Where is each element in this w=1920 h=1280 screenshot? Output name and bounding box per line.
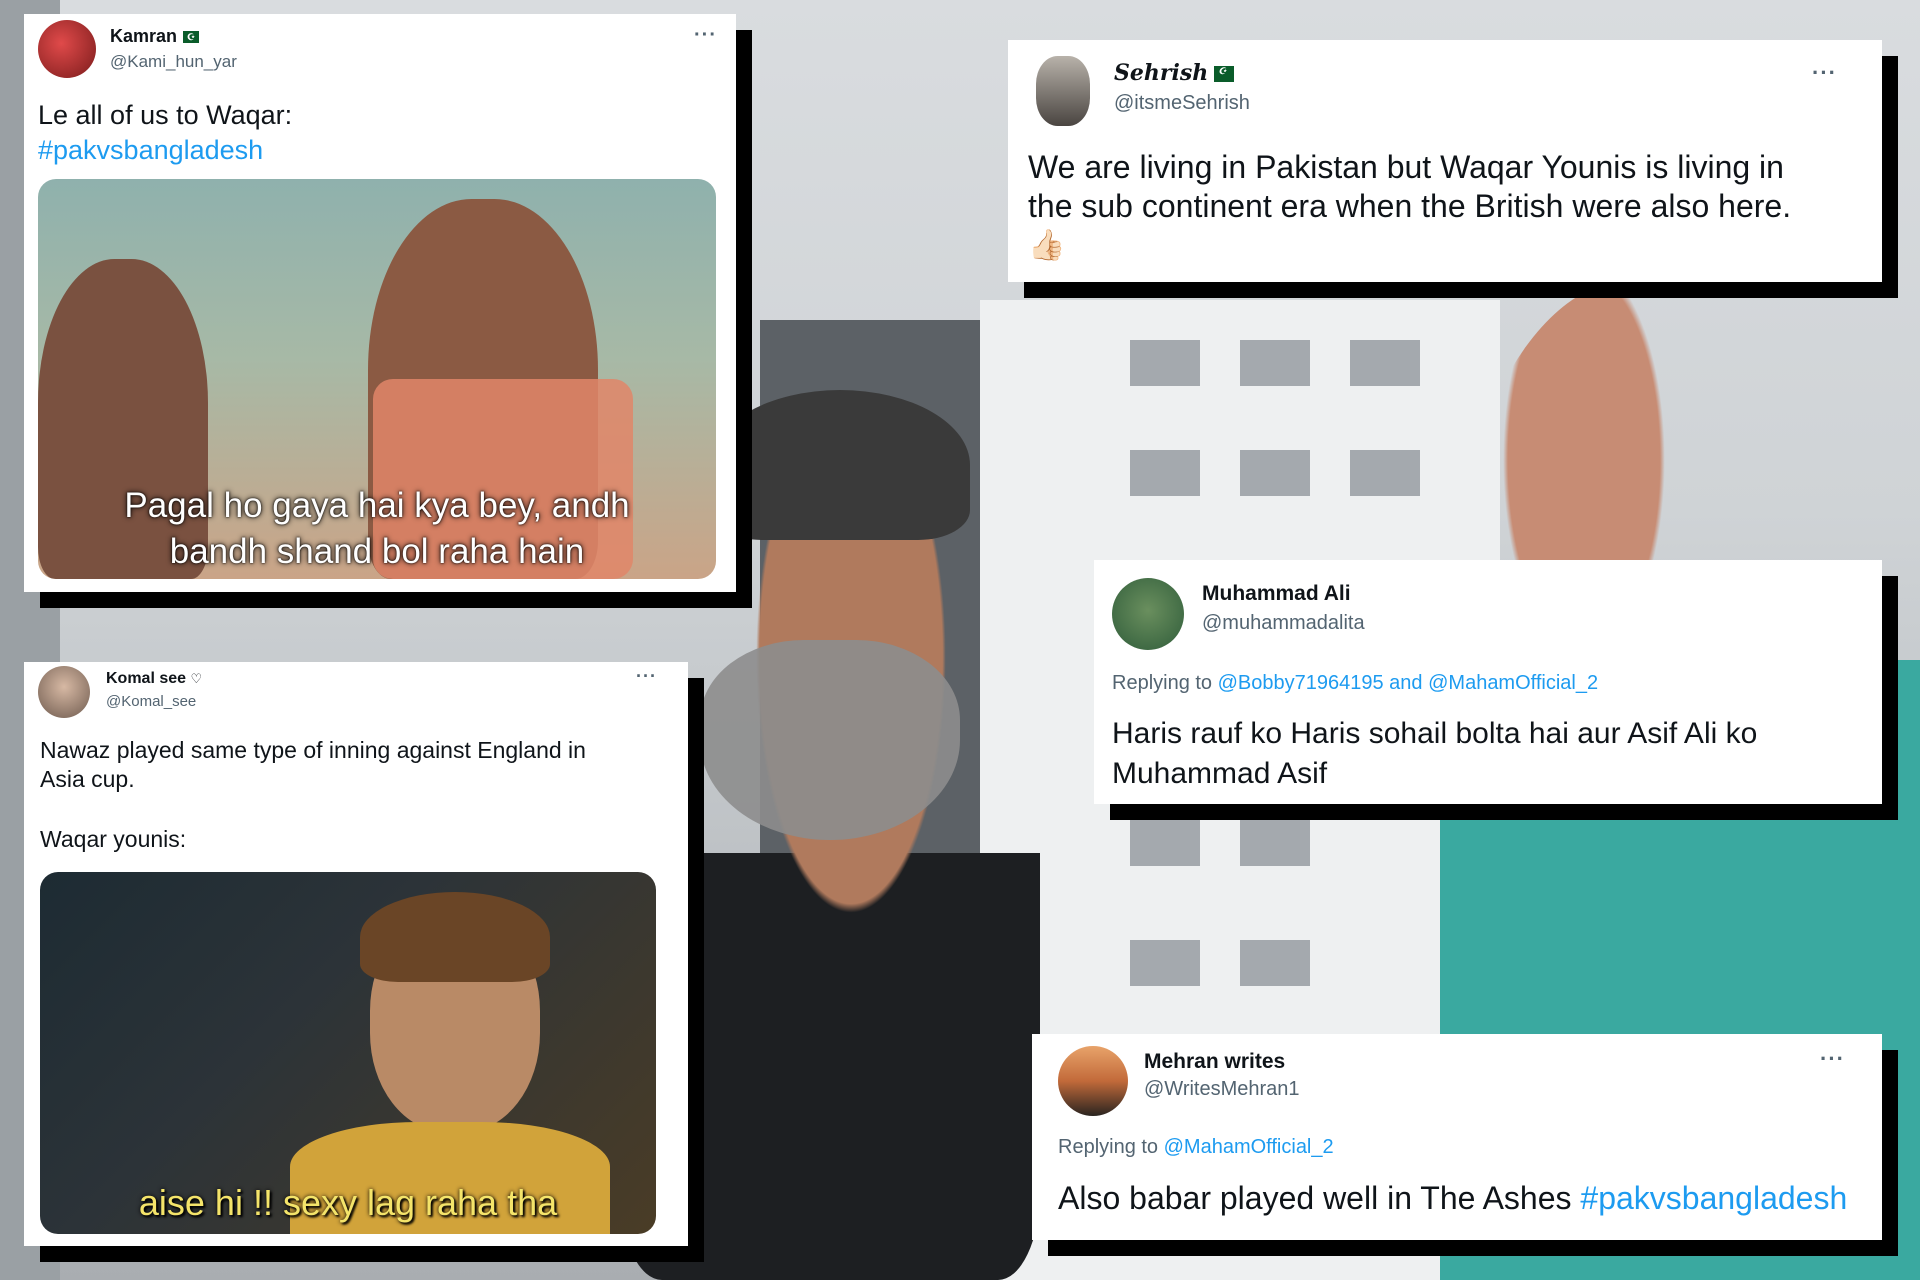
author-name[interactable]: Mehran writes bbox=[1144, 1050, 1285, 1074]
avatar[interactable] bbox=[38, 666, 90, 718]
tweet-text-line: Also babar played well in The Ashes bbox=[1058, 1180, 1572, 1216]
tweet-card-sehrish[interactable]: Sehrish @itsmeSehrish ··· We are living … bbox=[1008, 40, 1882, 282]
more-options-icon[interactable]: ··· bbox=[694, 24, 717, 47]
tweet-text-line: Nawaz played same type of inning against… bbox=[40, 737, 586, 763]
caption-line: bandh shand bol raha hain bbox=[169, 532, 585, 571]
tweet-text: Le all of us to Waqar: #pakvsbangladesh bbox=[38, 98, 718, 167]
more-options-icon[interactable]: ··· bbox=[1820, 1046, 1845, 1072]
pakistan-flag-icon bbox=[183, 31, 200, 44]
replying-to: Replying to @Bobby71964195 and @MahamOff… bbox=[1112, 672, 1598, 695]
tweet-media[interactable]: Pagal ho gaya hai kya bey, andh bandh sh… bbox=[38, 179, 716, 579]
author-name-text[interactable]: Sehrish bbox=[1114, 60, 1208, 86]
avatar[interactable] bbox=[38, 20, 96, 78]
media-caption: aise hi !! sexy lag raha tha bbox=[138, 1182, 558, 1223]
tweet-text: Nawaz played same type of inning against… bbox=[40, 736, 670, 854]
author-name-text[interactable]: Komal see bbox=[106, 670, 186, 687]
pakistan-flag-icon bbox=[1214, 66, 1235, 82]
tweet-text: Also babar played well in The Ashes #pak… bbox=[1058, 1178, 1878, 1219]
tweet-text: Haris rauf ko Haris sohail bolta hai aur… bbox=[1112, 714, 1872, 794]
tweet-media[interactable]: aise hi !! sexy lag raha tha bbox=[40, 872, 656, 1234]
replying-to-link[interactable]: @MahamOfficial_2 bbox=[1164, 1136, 1334, 1158]
media-caption: Pagal ho gaya hai kya bey, andh bandh sh… bbox=[38, 483, 716, 575]
author-name[interactable]: Sehrish bbox=[1114, 60, 1235, 86]
author-handle[interactable]: @Komal_see bbox=[106, 693, 196, 710]
tweet-text-line: Muhammad Asif bbox=[1112, 757, 1328, 790]
avatar[interactable] bbox=[1058, 1046, 1128, 1116]
tweet-card-kamran[interactable]: Kamran @Kami_hun_yar ··· Le all of us to… bbox=[24, 14, 736, 592]
replying-to-links[interactable]: @Bobby71964195 and @MahamOfficial_2 bbox=[1218, 672, 1598, 694]
author-name[interactable]: Muhammad Ali bbox=[1202, 582, 1351, 606]
avatar[interactable] bbox=[1036, 56, 1090, 126]
replying-to: Replying to @MahamOfficial_2 bbox=[1058, 1136, 1334, 1159]
author-name[interactable]: Komal see ♡ bbox=[106, 670, 202, 688]
media-hair bbox=[360, 892, 550, 982]
author-name[interactable]: Kamran bbox=[110, 26, 200, 47]
author-name-text[interactable]: Kamran bbox=[110, 26, 177, 46]
author-handle[interactable]: @itsmeSehrish bbox=[1114, 92, 1250, 115]
thumbs-up-icon: 👍🏻 bbox=[1028, 229, 1066, 262]
more-options-icon[interactable]: ··· bbox=[1812, 60, 1837, 86]
heart-icon: ♡ bbox=[190, 671, 203, 686]
tweet-text-line: We are living in Pakistan but Waqar Youn… bbox=[1028, 149, 1784, 185]
more-options-icon[interactable]: ··· bbox=[636, 666, 657, 687]
tweet-text-line: Asia cup. bbox=[40, 766, 135, 793]
replying-to-label: Replying to bbox=[1112, 672, 1213, 694]
hashtag-link[interactable]: #pakvsbangladesh bbox=[1580, 1180, 1847, 1216]
beard bbox=[700, 640, 960, 840]
avatar[interactable] bbox=[1112, 578, 1184, 650]
hashtag-link[interactable]: #pakvsbangladesh bbox=[38, 133, 718, 168]
author-handle[interactable]: @Kami_hun_yar bbox=[110, 52, 237, 72]
tweet-card-komal[interactable]: Komal see ♡ @Komal_see ··· Nawaz played … bbox=[24, 662, 688, 1246]
author-handle[interactable]: @muhammadalita bbox=[1202, 612, 1365, 635]
tweet-text: We are living in Pakistan but Waqar Youn… bbox=[1028, 148, 1868, 265]
replying-to-label: Replying to bbox=[1058, 1136, 1159, 1158]
tweet-card-mehran[interactable]: Mehran writes @WritesMehran1 ··· Replyin… bbox=[1032, 1034, 1882, 1240]
tweet-text-line: Haris rauf ko Haris sohail bolta hai aur… bbox=[1112, 717, 1758, 750]
author-handle[interactable]: @WritesMehran1 bbox=[1144, 1078, 1300, 1101]
tweet-text-line: the sub continent era when the British w… bbox=[1028, 188, 1792, 224]
tweet-text-line: Waqar younis: bbox=[40, 825, 187, 852]
tweet-text-line: Le all of us to Waqar: bbox=[38, 100, 293, 130]
caption-line: Pagal ho gaya hai kya bey, andh bbox=[124, 486, 630, 525]
tweet-card-muhammad-ali[interactable]: Muhammad Ali @muhammadalita Replying to … bbox=[1094, 560, 1882, 804]
